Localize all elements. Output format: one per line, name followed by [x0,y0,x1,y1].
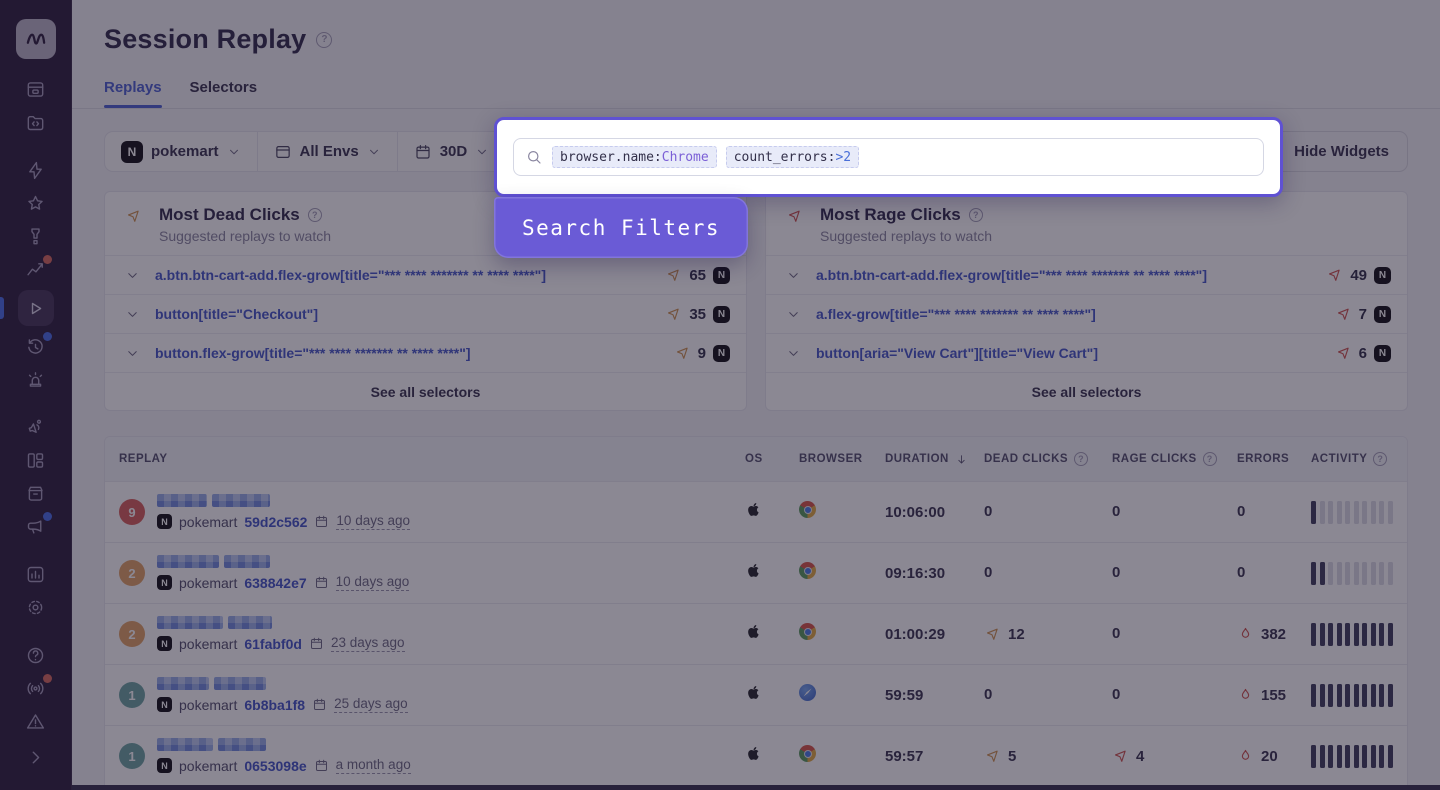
search-filter-chip[interactable]: browser.name:Chrome [552,146,717,168]
search-spotlight-card: browser.name:Chrome count_errors:>2 [494,117,1283,197]
search-icon [525,148,543,166]
tour-tooltip-label: Search Filters [522,216,720,240]
chip-value: Chrome [662,150,709,165]
filter-chips: browser.name:Chrome count_errors:>2 [552,146,859,168]
search-input[interactable]: browser.name:Chrome count_errors:>2 [513,138,1264,176]
chip-field: browser.name: [560,150,662,165]
chip-field: count_errors: [734,150,836,165]
tour-tooltip: Search Filters [494,197,748,258]
chip-value: >2 [835,150,851,165]
search-filter-chip[interactable]: count_errors:>2 [726,146,859,168]
